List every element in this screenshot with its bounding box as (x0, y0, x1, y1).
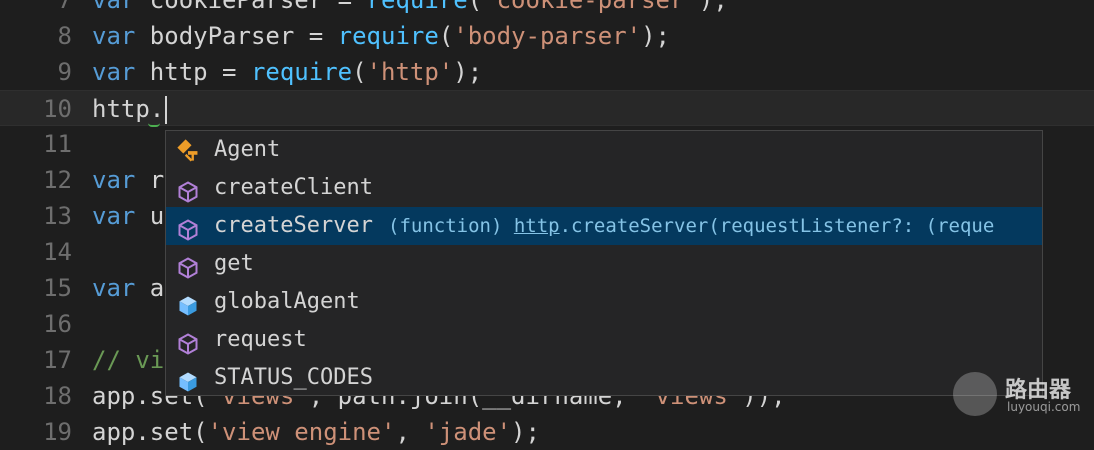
code-token: u (135, 202, 165, 230)
code-token: var (92, 202, 136, 230)
code-line[interactable]: 8 var bodyParser = require('body-parser')… (0, 18, 1094, 54)
suggest-item-label: Agent (214, 137, 281, 162)
line-number: 14 (43, 238, 72, 266)
line-number: 7 (57, 0, 72, 14)
code-token: // vi (92, 346, 165, 374)
suggest-widget[interactable]: Agent createClient createServer (function) … (165, 130, 1043, 396)
line-number: 11 (43, 130, 72, 158)
code-line[interactable]: 9 var http = require('http'); (0, 54, 1094, 90)
code-token: ( (438, 22, 454, 50)
code-token: http. (92, 95, 165, 123)
detail-signature: .createServer(requestListener?: (reque (559, 215, 995, 237)
code-text[interactable]: http. (92, 91, 168, 127)
detail-module-link[interactable]: http (514, 215, 560, 237)
code-token: bodyParser = (135, 22, 338, 50)
suggest-item-label: get (214, 251, 254, 276)
detail-prefix: (function) (388, 215, 514, 237)
code-token: var (92, 22, 136, 50)
code-text[interactable]: var bodyParser = require('body-parser'); (92, 18, 670, 54)
code-text[interactable]: // vi (92, 342, 164, 378)
line-number: 15 (43, 274, 72, 302)
code-token: require (250, 58, 353, 86)
code-token: , (395, 418, 425, 446)
method-icon (177, 330, 199, 355)
code-token: var (92, 274, 136, 302)
code-token: app.set( (92, 418, 208, 446)
code-line[interactable]: 10 http. (0, 90, 1094, 127)
method-icon (177, 254, 199, 279)
text-cursor (165, 96, 168, 124)
suggest-item-label: STATUS_CODES (214, 365, 373, 390)
code-token: ); (698, 0, 728, 14)
code-token: r (135, 166, 165, 194)
code-token: var (92, 58, 136, 86)
line-number: 17 (43, 346, 72, 374)
suggest-item-status-codes[interactable]: STATUS_CODES (166, 359, 1042, 395)
code-text[interactable]: var r (92, 162, 164, 198)
code-text[interactable]: var http = require('http'); (92, 54, 482, 90)
code-text[interactable]: var a (92, 270, 164, 306)
line-number: 19 (43, 418, 72, 446)
suggest-item-detail: (function) http.createServer(requestList… (388, 207, 994, 245)
watermark-subtitle: luyouqi.com (1007, 400, 1081, 414)
suggest-item-label: globalAgent (214, 289, 360, 314)
code-text[interactable]: var u (92, 198, 164, 234)
code-token: require (366, 0, 468, 14)
code-line[interactable]: 7 var cookieParser = require('cookie-pars… (0, 0, 1094, 18)
code-token: require (337, 22, 439, 50)
code-token: 'cookie-parser' (482, 0, 699, 14)
line-number: 16 (43, 310, 72, 338)
code-token: ); (641, 22, 671, 50)
class-icon (177, 139, 199, 162)
code-token: ); (511, 418, 540, 446)
suggest-item-label: createServer (214, 213, 373, 238)
suggest-item-label: createClient (214, 175, 373, 200)
code-token: ( (352, 58, 367, 86)
suggest-item-label: request (214, 327, 307, 352)
code-token: 'jade' (424, 418, 512, 446)
code-token: var (92, 166, 136, 194)
line-number: 13 (43, 202, 72, 230)
line-number: 18 (43, 382, 72, 410)
field-icon (177, 292, 199, 316)
code-line[interactable]: 19 app.set('view engine', 'jade'); (0, 414, 1094, 450)
field-icon (177, 368, 199, 392)
code-text[interactable]: var cookieParser = require('cookie-parse… (92, 0, 728, 18)
suggest-item-createserver[interactable]: createServer (function) http.createServer… (166, 207, 1042, 245)
line-number: 9 (57, 58, 72, 86)
suggest-item-agent[interactable]: Agent (166, 131, 1042, 169)
line-number: 10 (43, 95, 72, 123)
code-token: 'body-parser' (453, 22, 642, 50)
line-number: 12 (43, 166, 72, 194)
code-token: http = (135, 58, 251, 86)
suggest-item-request[interactable]: request (166, 321, 1042, 359)
suggest-item-get[interactable]: get (166, 245, 1042, 283)
code-token: cookieParser = (135, 0, 367, 14)
watermark-logo-icon (953, 372, 997, 416)
watermark: 路由器 luyouqi.com (953, 372, 1093, 418)
code-token: ); (453, 58, 483, 86)
line-number: 8 (57, 22, 72, 50)
method-icon (177, 178, 199, 203)
code-token: a (135, 274, 165, 302)
code-text[interactable]: app.set('view engine', 'jade'); (92, 414, 540, 450)
suggest-item-globalagent[interactable]: globalAgent (166, 283, 1042, 321)
code-token: 'http' (366, 58, 454, 86)
suggest-item-createclient[interactable]: createClient (166, 169, 1042, 207)
code-token: var (92, 0, 136, 14)
code-token: ( (467, 0, 483, 14)
method-icon (177, 216, 199, 241)
code-token: 'view engine' (207, 418, 396, 446)
